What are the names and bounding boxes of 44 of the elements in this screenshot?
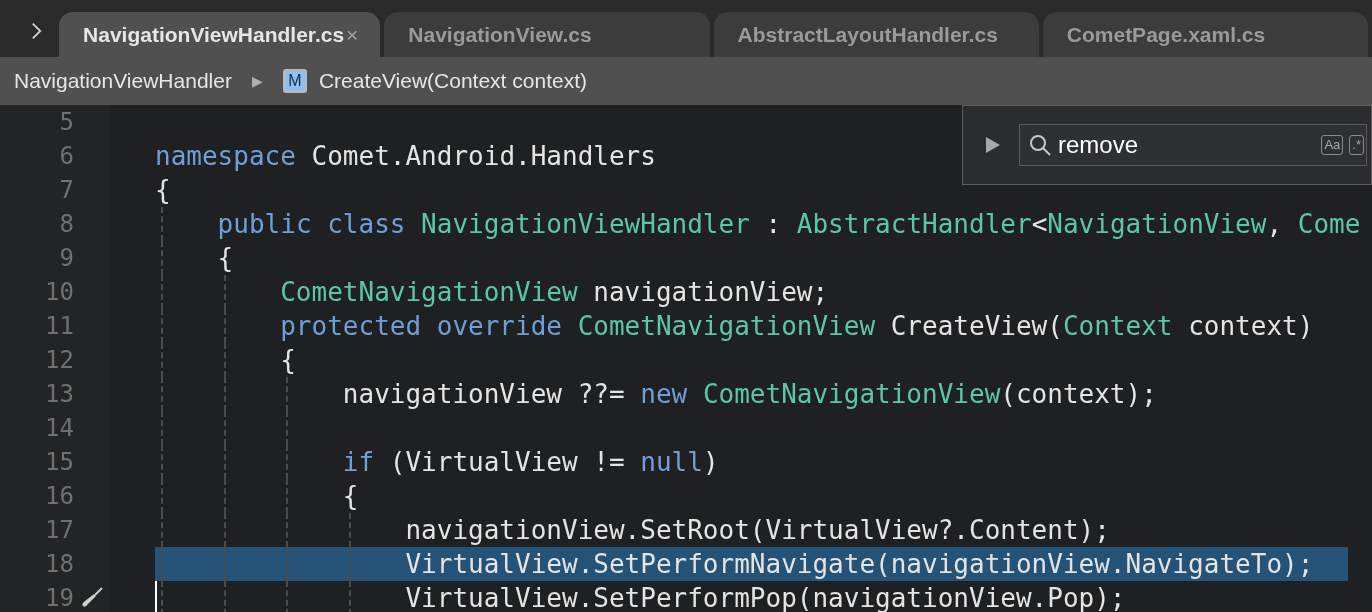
search-icon [1028,133,1052,157]
code-line: { [342,482,359,510]
find-option-toggle[interactable]: Aa [1321,135,1344,155]
expand-triangle-icon[interactable] [985,136,1001,154]
method-badge: M [282,69,307,93]
code-line: VirtualView.SetPerformNavigate(navigationView.NavigateTo); [405,550,1314,578]
line-number: 12 [45,345,74,376]
screwdriver-icon[interactable] [80,586,104,610]
breadcrumb-item[interactable]: CreateView(Context context) [318,65,587,97]
breadcrumb-item[interactable]: NavigationViewHandler [14,65,232,97]
code-line: protected override CometNavigationView CreateView(Context context) [280,312,1314,340]
line-number: 6 [59,141,74,172]
code-line: namespace Comet.Android.Handlers [155,142,656,170]
line-number: 7 [59,175,74,206]
line-number: 19 [45,583,74,612]
line-number: 16 [45,481,74,512]
line-number: 18 [45,549,74,580]
chevron-right-icon[interactable] [30,21,44,41]
code-line: { [280,346,296,374]
editor-tab[interactable]: NavigationViewHandler.cs× [59,12,381,57]
code-line: { [155,176,171,204]
code-line: { [217,244,234,272]
line-number: 13 [45,379,74,410]
line-number: 11 [45,311,74,342]
code-line: CometNavigationView navigationView; [280,278,829,306]
line-number: 15 [45,447,74,478]
line-number: 14 [45,413,74,444]
line-number: 10 [45,277,74,308]
editor-tab[interactable]: CometPage.xaml.cs [1042,12,1368,57]
line-number: 17 [45,515,74,546]
breadcrumb-separator: ▶ [251,71,263,91]
code-line: public class NavigationViewHandler : AbstractHandler<NavigationView, Come [217,210,1361,238]
line-number: 9 [59,243,74,274]
editor-tab[interactable]: AbstractLayoutHandler.cs [713,12,1039,57]
find-option-toggle[interactable]: .* [1349,135,1364,155]
code-line: navigationView.SetRoot(VirtualView?.Content); [405,516,1110,544]
line-number: 5 [59,107,74,138]
code-line: VirtualView.SetPerformPop(navigationView.Pop); [405,584,1126,612]
code-line: navigationView ??= new CometNavigationView(context); [342,380,1157,408]
editor-tab[interactable]: NavigationView.cs [384,12,710,57]
close-tab-glyph[interactable]: × [346,18,359,51]
code-line: if (VirtualView != null) [342,448,719,476]
search-field[interactable]: remove Aa .* [1019,124,1367,166]
line-number: 8 [59,209,74,240]
